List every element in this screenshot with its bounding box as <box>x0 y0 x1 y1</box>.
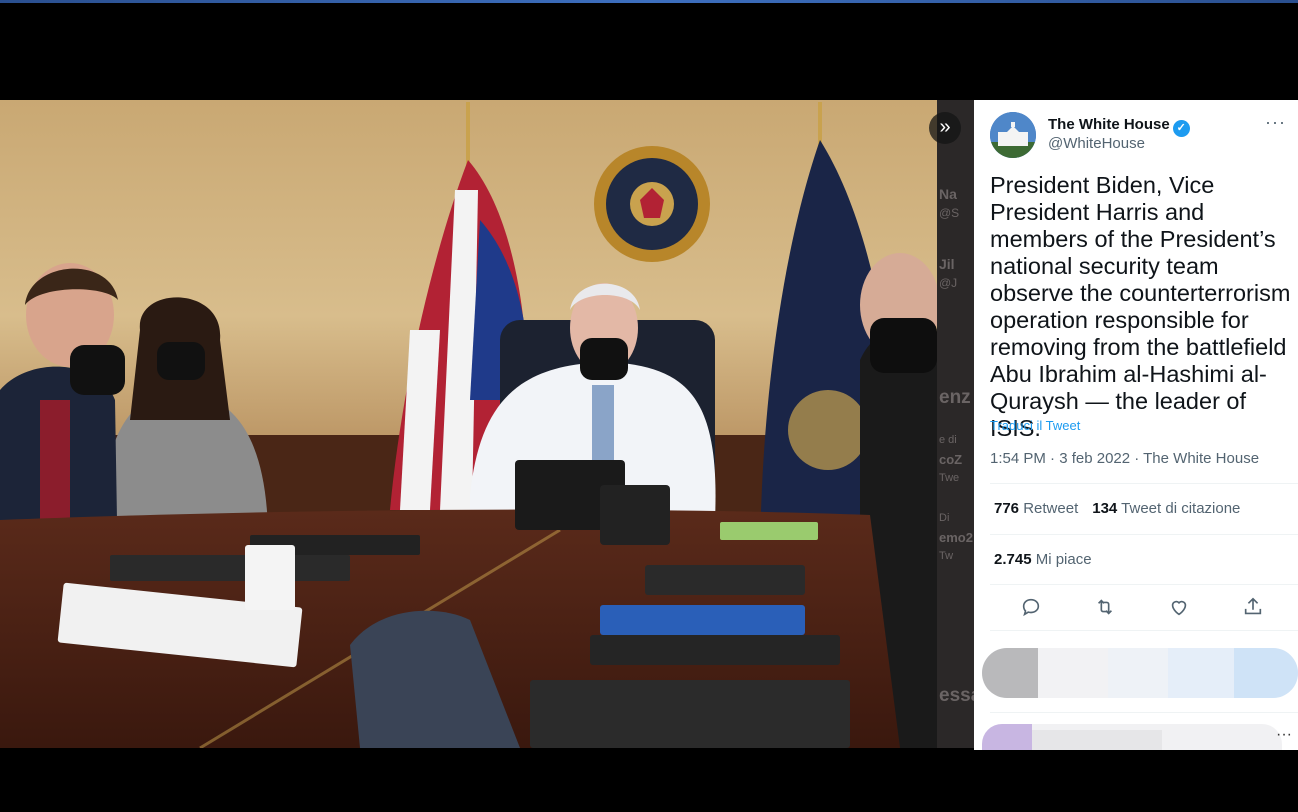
timeline-fragment: essa <box>939 685 974 706</box>
author-name-text: The White House <box>1048 116 1170 133</box>
tweet-actions-bar <box>1010 596 1270 620</box>
tweet-photo[interactable] <box>0 100 937 748</box>
retweets-link[interactable]: 776 Retweet <box>994 500 1078 517</box>
author-handle[interactable]: @WhiteHouse <box>1048 135 1145 152</box>
retweet-icon[interactable] <box>1094 596 1118 620</box>
divider <box>990 584 1298 585</box>
window-top-border <box>0 0 1298 3</box>
expand-panel-button[interactable]: » <box>929 112 961 144</box>
retweet-stats: 776 Retweet 134 Tweet di citazione <box>994 500 1240 517</box>
likes-label: Mi piace <box>1035 551 1092 568</box>
quotes-count: 134 <box>1092 500 1118 517</box>
likes-link[interactable]: 2.745 Mi piace <box>994 551 1092 568</box>
timeline-fragment: Jil <box>939 256 955 272</box>
timeline-fragment: Twe <box>939 472 960 484</box>
verified-badge-icon: ✓ <box>1172 120 1190 137</box>
translate-tweet-link[interactable]: Traduci il Tweet <box>990 418 1080 433</box>
like-icon[interactable] <box>1168 596 1192 620</box>
presidential-seal <box>594 146 710 262</box>
avatar[interactable] <box>990 112 1036 158</box>
quote-tweets-link[interactable]: 134 Tweet di citazione <box>1092 500 1240 517</box>
timeline-fragment: @J <box>939 276 958 290</box>
blurred-reply <box>982 724 1282 750</box>
timeline-fragment: enz <box>939 387 971 408</box>
quotes-label: Tweet di citazione <box>1121 500 1241 517</box>
author-name[interactable]: The White House ✓ <box>1048 116 1190 137</box>
timeline-fragment: e di <box>939 434 957 446</box>
divider <box>990 483 1298 484</box>
divider <box>990 630 1298 631</box>
timeline-fragment: @S <box>939 206 960 220</box>
share-icon[interactable] <box>1242 596 1266 620</box>
retweets-count: 776 <box>994 500 1020 517</box>
blurred-reply <box>982 648 1298 698</box>
chevron-double-right-icon: » <box>939 116 951 138</box>
tweet-detail-pane: The White House ✓ @WhiteHouse ··· Preside… <box>974 100 1298 750</box>
retweets-label: Retweet <box>1023 500 1079 517</box>
divider <box>990 534 1298 535</box>
more-options-button[interactable]: ··· <box>1265 112 1286 133</box>
background-timeline: Na @S Jil @J enz e di coZ Twe Di emo2 Tw… <box>937 100 974 748</box>
timeline-fragment: coZ <box>939 452 963 467</box>
more-options-icon[interactable]: ··· <box>1276 726 1292 744</box>
reply-icon[interactable] <box>1020 596 1044 620</box>
timeline-fragment: emo2 <box>939 530 973 545</box>
timeline-fragment: Di <box>939 512 950 524</box>
tweet-timestamp[interactable]: 1:54 PM · 3 feb 2022 · The White House <box>990 450 1259 467</box>
timeline-fragment: Tw <box>939 550 954 562</box>
divider <box>990 712 1298 713</box>
timeline-fragment: Na <box>939 186 957 202</box>
tweet-text: President Biden, Vice President Harris a… <box>990 172 1291 441</box>
likes-count: 2.745 <box>994 551 1032 568</box>
